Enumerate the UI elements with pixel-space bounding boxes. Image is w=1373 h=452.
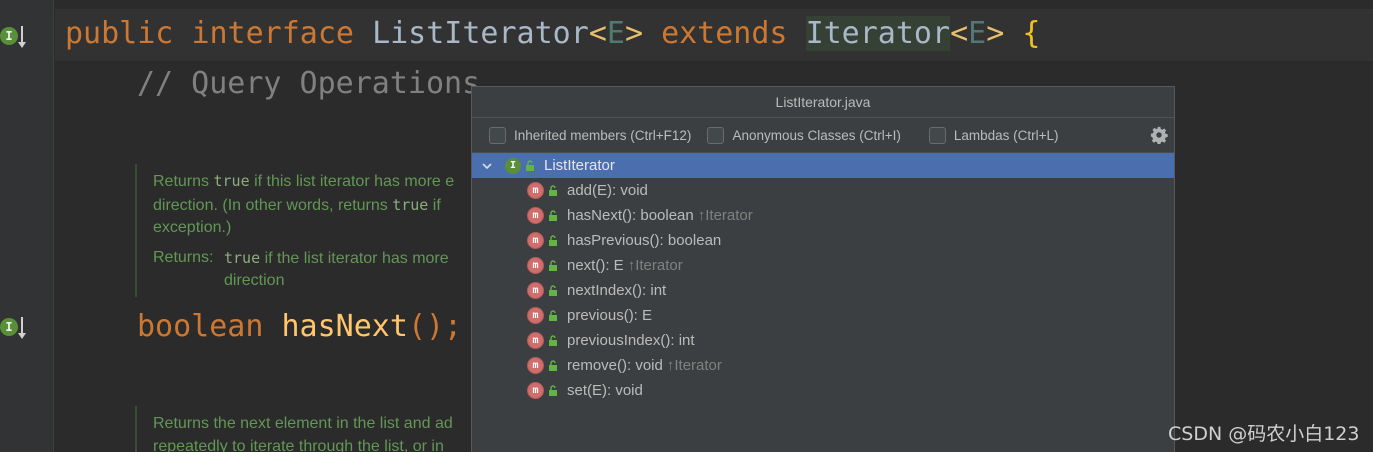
tree-item-method[interactable]: m hasPrevious(): boolean <box>472 228 1174 253</box>
method-signature: remove(): void <box>567 357 663 374</box>
anonymous-classes-label: Anonymous Classes (Ctrl+I) <box>732 127 901 143</box>
method-signature: previousIndex(): int <box>567 332 695 349</box>
tree-item-method[interactable]: m set(E): void <box>472 378 1174 403</box>
arrow-down-icon <box>18 317 26 339</box>
tree-item-method[interactable]: m hasNext(): boolean ↑Iterator <box>472 203 1174 228</box>
tree-item-method[interactable]: m previous(): E <box>472 303 1174 328</box>
method-signature: hasPrevious(): boolean <box>567 232 722 249</box>
super-interface-reference: Iterator <box>805 16 951 51</box>
interface-icon: I <box>0 27 18 45</box>
popup-title: ListIterator.java <box>472 87 1174 118</box>
method-signature: nextIndex(): int <box>567 282 667 299</box>
method-signature: hasNext(): boolean <box>567 207 694 224</box>
inherited-members-label: Inherited members (Ctrl+F12) <box>514 127 692 143</box>
lambdas-option[interactable]: Lambdas (Ctrl+L) <box>917 126 1059 144</box>
public-access-icon <box>549 384 557 396</box>
tree-item-method[interactable]: m next(): E ↑Iterator <box>472 253 1174 278</box>
structure-tree[interactable]: I ListIterator m add(E): void m hasNext(… <box>472 153 1174 403</box>
method-declaration-line: boolean hasNext(); <box>137 309 463 344</box>
method-icon: m <box>527 357 544 374</box>
method-icon: m <box>527 382 544 399</box>
watermark: CSDN @码农小白123 <box>1168 423 1360 445</box>
lambdas-label: Lambdas (Ctrl+L) <box>953 127 1059 143</box>
method-icon: m <box>527 182 544 199</box>
inherited-members-checkbox[interactable] <box>489 126 506 144</box>
public-access-icon <box>549 359 557 371</box>
method-icon: m <box>527 307 544 324</box>
implementation-gutter-icon[interactable]: I <box>0 22 30 52</box>
inherited-members-option[interactable]: Inherited members (Ctrl+F12) <box>489 126 692 144</box>
file-structure-popup[interactable]: ListIterator.java Inherited members (Ctr… <box>471 86 1175 452</box>
lambdas-checkbox[interactable] <box>928 126 946 144</box>
public-access-icon <box>549 209 557 221</box>
public-access-icon <box>549 284 557 296</box>
method-icon: m <box>527 232 544 249</box>
inherited-from-label: ↑Iterator <box>666 357 722 374</box>
popup-options-bar: Inherited members (Ctrl+F12) Anonymous C… <box>472 118 1174 153</box>
tree-item-method[interactable]: m nextIndex(): int <box>472 278 1174 303</box>
tree-root-listiterator[interactable]: I ListIterator <box>472 153 1174 178</box>
javadoc-block: Returns true if this list iterator has m… <box>135 164 454 297</box>
tree-item-method[interactable]: m add(E): void <box>472 178 1174 203</box>
public-access-icon <box>549 309 557 321</box>
public-access-icon <box>549 259 557 271</box>
editor-gutter: I I <box>0 0 54 452</box>
interface-declaration-line: public interface ListIterator<E> extends… <box>65 16 1041 51</box>
anonymous-classes-option[interactable]: Anonymous Classes (Ctrl+I) <box>707 126 901 144</box>
public-access-icon <box>549 234 557 246</box>
method-icon: m <box>527 207 544 224</box>
method-signature: next(): E <box>567 257 624 274</box>
method-signature: add(E): void <box>567 182 648 199</box>
inherited-from-label: ↑Iterator <box>697 207 753 224</box>
anonymous-classes-checkbox[interactable] <box>707 126 725 144</box>
method-signature: set(E): void <box>567 382 643 399</box>
javadoc-block: Returns the next element in the list and… <box>135 406 453 452</box>
implementation-gutter-icon[interactable]: I <box>0 313 30 343</box>
method-signature: previous(): E <box>567 307 653 324</box>
tree-item-method[interactable]: m previousIndex(): int <box>472 328 1174 353</box>
chevron-down-icon[interactable] <box>481 160 493 172</box>
public-access-icon <box>526 159 534 171</box>
public-access-icon <box>549 184 557 196</box>
code-comment: // Query Operations <box>137 66 481 101</box>
method-icon: m <box>527 257 544 274</box>
method-icon: m <box>527 332 544 349</box>
tree-item-method[interactable]: m remove(): void ↑Iterator <box>472 353 1174 378</box>
arrow-down-icon <box>18 26 26 48</box>
inherited-from-label: ↑Iterator <box>627 257 683 274</box>
method-icon: m <box>527 282 544 299</box>
public-access-icon <box>549 334 557 346</box>
tree-item-label: ListIterator <box>544 157 615 174</box>
interface-icon: I <box>505 157 521 174</box>
interface-icon: I <box>0 318 18 336</box>
gear-icon[interactable] <box>1150 126 1168 144</box>
